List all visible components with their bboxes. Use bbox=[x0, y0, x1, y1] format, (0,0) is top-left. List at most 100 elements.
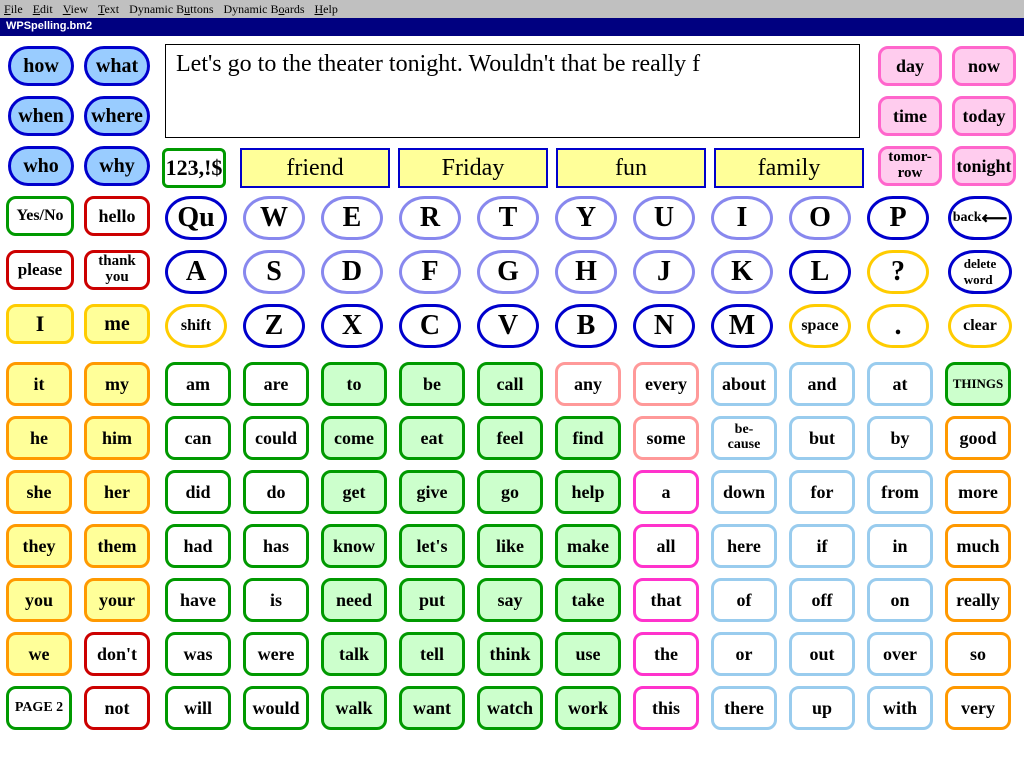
word-call[interactable]: call bbox=[477, 362, 543, 406]
topic-time[interactable]: time bbox=[878, 96, 942, 136]
word-all[interactable]: all bbox=[633, 524, 699, 568]
word-good[interactable]: good bbox=[945, 416, 1011, 460]
key-E[interactable]: E bbox=[321, 196, 383, 240]
phrase-thankyou[interactable]: thank you bbox=[84, 250, 150, 290]
word-if[interactable]: if bbox=[789, 524, 855, 568]
word-watch[interactable]: watch bbox=[477, 686, 543, 730]
key-S[interactable]: S bbox=[243, 250, 305, 294]
word-and[interactable]: and bbox=[789, 362, 855, 406]
word-make[interactable]: make bbox=[555, 524, 621, 568]
word-really[interactable]: really bbox=[945, 578, 1011, 622]
topic-now[interactable]: now bbox=[952, 46, 1016, 86]
word-want[interactable]: want bbox=[399, 686, 465, 730]
wh-how[interactable]: how bbox=[8, 46, 74, 86]
menu-dynamic-boards[interactable]: Dynamic Boards bbox=[224, 2, 305, 17]
key-period[interactable]: . bbox=[867, 304, 929, 348]
wh-why[interactable]: why bbox=[84, 146, 150, 186]
key-Y[interactable]: Y bbox=[555, 196, 617, 240]
wh-where[interactable]: where bbox=[84, 96, 150, 136]
word-much[interactable]: much bbox=[945, 524, 1011, 568]
word-that[interactable]: that bbox=[633, 578, 699, 622]
word-is[interactable]: is bbox=[243, 578, 309, 622]
prediction-p4[interactable]: family bbox=[714, 148, 864, 188]
word-very[interactable]: very bbox=[945, 686, 1011, 730]
key-I[interactable]: I bbox=[711, 196, 773, 240]
key-K[interactable]: K bbox=[711, 250, 773, 294]
key-question[interactable]: ? bbox=[867, 250, 929, 294]
word-had[interactable]: had bbox=[165, 524, 231, 568]
key-Qu[interactable]: Qu bbox=[165, 196, 227, 240]
key-space[interactable]: space bbox=[789, 304, 851, 348]
word-to[interactable]: to bbox=[321, 362, 387, 406]
word-can[interactable]: can bbox=[165, 416, 231, 460]
word-here[interactable]: here bbox=[711, 524, 777, 568]
word-more[interactable]: more bbox=[945, 470, 1011, 514]
word-there[interactable]: there bbox=[711, 686, 777, 730]
word-your[interactable]: your bbox=[84, 578, 150, 622]
word-up[interactable]: up bbox=[789, 686, 855, 730]
word-but[interactable]: but bbox=[789, 416, 855, 460]
key-H[interactable]: H bbox=[555, 250, 617, 294]
word-we[interactable]: we bbox=[6, 632, 72, 676]
word-down[interactable]: down bbox=[711, 470, 777, 514]
phrase-me[interactable]: me bbox=[84, 304, 150, 344]
menu-text[interactable]: Text bbox=[98, 2, 119, 17]
word-a[interactable]: a bbox=[633, 470, 699, 514]
key-T[interactable]: T bbox=[477, 196, 539, 240]
word-any[interactable]: any bbox=[555, 362, 621, 406]
word-talk[interactable]: talk bbox=[321, 632, 387, 676]
word-use[interactable]: use bbox=[555, 632, 621, 676]
key-clear[interactable]: clear bbox=[948, 304, 1012, 348]
word-feel[interactable]: feel bbox=[477, 416, 543, 460]
word-for[interactable]: for bbox=[789, 470, 855, 514]
word-they[interactable]: they bbox=[6, 524, 72, 568]
menu-file[interactable]: FFileile bbox=[4, 2, 23, 17]
key-shift[interactable]: shift bbox=[165, 304, 227, 348]
word-them[interactable]: them bbox=[84, 524, 150, 568]
word-have[interactable]: have bbox=[165, 578, 231, 622]
word-not[interactable]: not bbox=[84, 686, 150, 730]
word-need[interactable]: need bbox=[321, 578, 387, 622]
word-say[interactable]: say bbox=[477, 578, 543, 622]
key-O[interactable]: O bbox=[789, 196, 851, 240]
word-on[interactable]: on bbox=[867, 578, 933, 622]
key-P[interactable]: P bbox=[867, 196, 929, 240]
key-delete-word[interactable]: delete word bbox=[948, 250, 1012, 294]
symbols-button[interactable]: 123,!$ bbox=[162, 148, 226, 188]
word-she[interactable]: she bbox=[6, 470, 72, 514]
topic-tonight[interactable]: tonight bbox=[952, 146, 1016, 186]
word-of[interactable]: of bbox=[711, 578, 777, 622]
key-D[interactable]: D bbox=[321, 250, 383, 294]
wh-what[interactable]: what bbox=[84, 46, 150, 86]
key-N[interactable]: N bbox=[633, 304, 695, 348]
key-L[interactable]: L bbox=[789, 250, 851, 294]
phrase-hello[interactable]: hello bbox=[84, 196, 150, 236]
word-in[interactable]: in bbox=[867, 524, 933, 568]
phrase-yesno[interactable]: Yes/No bbox=[6, 196, 74, 236]
things-button[interactable]: THINGS bbox=[945, 362, 1011, 406]
prediction-p3[interactable]: fun bbox=[556, 148, 706, 188]
word-did[interactable]: did bbox=[165, 470, 231, 514]
word-find[interactable]: find bbox=[555, 416, 621, 460]
phrase-I[interactable]: I bbox=[6, 304, 74, 344]
word-was[interactable]: was bbox=[165, 632, 231, 676]
word-could[interactable]: could bbox=[243, 416, 309, 460]
word-from[interactable]: from bbox=[867, 470, 933, 514]
word-will[interactable]: will bbox=[165, 686, 231, 730]
word-eat[interactable]: eat bbox=[399, 416, 465, 460]
key-X[interactable]: X bbox=[321, 304, 383, 348]
word-off[interactable]: off bbox=[789, 578, 855, 622]
word-the[interactable]: the bbox=[633, 632, 699, 676]
word-think[interactable]: think bbox=[477, 632, 543, 676]
word-at[interactable]: at bbox=[867, 362, 933, 406]
word-are[interactable]: are bbox=[243, 362, 309, 406]
word-with[interactable]: with bbox=[867, 686, 933, 730]
word-go[interactable]: go bbox=[477, 470, 543, 514]
word-know[interactable]: know bbox=[321, 524, 387, 568]
word-get[interactable]: get bbox=[321, 470, 387, 514]
word-dont[interactable]: don't bbox=[84, 632, 150, 676]
menu-dynamic-buttons[interactable]: Dynamic Buttons bbox=[129, 2, 213, 17]
menu-view[interactable]: View bbox=[63, 2, 88, 17]
word-him[interactable]: him bbox=[84, 416, 150, 460]
word-or[interactable]: or bbox=[711, 632, 777, 676]
